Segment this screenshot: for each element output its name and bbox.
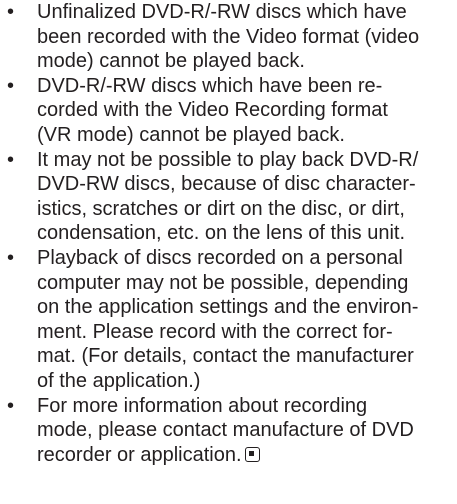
list-item-line: (VR mode) cannot be played back. — [37, 123, 345, 146]
list-item: • Unfinalized DVD-R/-RW discs which have… — [0, 0, 457, 74]
list-item-line: Unfinalized DVD-R/-RW discs which have — [37, 1, 407, 23]
bullet-icon: • — [7, 1, 15, 23]
list-item-line: been recorded with the Video format (vid… — [37, 25, 420, 48]
list-item: • For more information about recording m… — [0, 394, 457, 468]
list-item-line: condensation, etc. on the lens of this u… — [37, 222, 406, 245]
list-item-line: DVD-RW discs, because of disc character- — [37, 173, 416, 196]
list-item-line: istics, scratches or dirt on the disc, o… — [37, 197, 405, 220]
list-item-line: mode, please contact manufacture of DVD — [37, 419, 414, 442]
list-item-line: ment. Please record with the correct for… — [37, 320, 393, 343]
bullet-icon: • — [7, 74, 15, 97]
list-item-line: on the application settings and the envi… — [37, 296, 419, 319]
list-item-line: corded with the Video Recording format — [37, 99, 388, 122]
list-item-line: For more information about recording — [37, 394, 368, 417]
list-item-line: Playback of discs recorded on a personal — [37, 246, 403, 269]
list-item: • DVD-R/-RW discs which have been re- co… — [0, 74, 457, 148]
end-of-section-icon — [244, 446, 260, 462]
document-body: • Unfinalized DVD-R/-RW discs which have… — [0, 0, 457, 467]
bullet-list: • Unfinalized DVD-R/-RW discs which have… — [0, 0, 457, 467]
list-item: • Playback of discs recorded on a person… — [0, 246, 457, 394]
list-item-line: computer may not be possible, depending — [37, 271, 409, 294]
list-item: • It may not be possible to play back DV… — [0, 148, 457, 246]
list-item-line: of the application.) — [37, 369, 201, 392]
bullet-icon: • — [7, 394, 15, 417]
bullet-icon: • — [7, 148, 15, 171]
list-item-line: mat. (For details, contact the manufactu… — [37, 345, 414, 368]
list-item-line: mode) cannot be played back. — [37, 50, 305, 73]
list-item-line: recorder or application. — [37, 443, 242, 466]
bullet-icon: • — [7, 246, 15, 269]
list-item-line: DVD-R/-RW discs which have been re- — [37, 74, 383, 97]
list-item-line: It may not be possible to play back DVD-… — [37, 148, 419, 171]
